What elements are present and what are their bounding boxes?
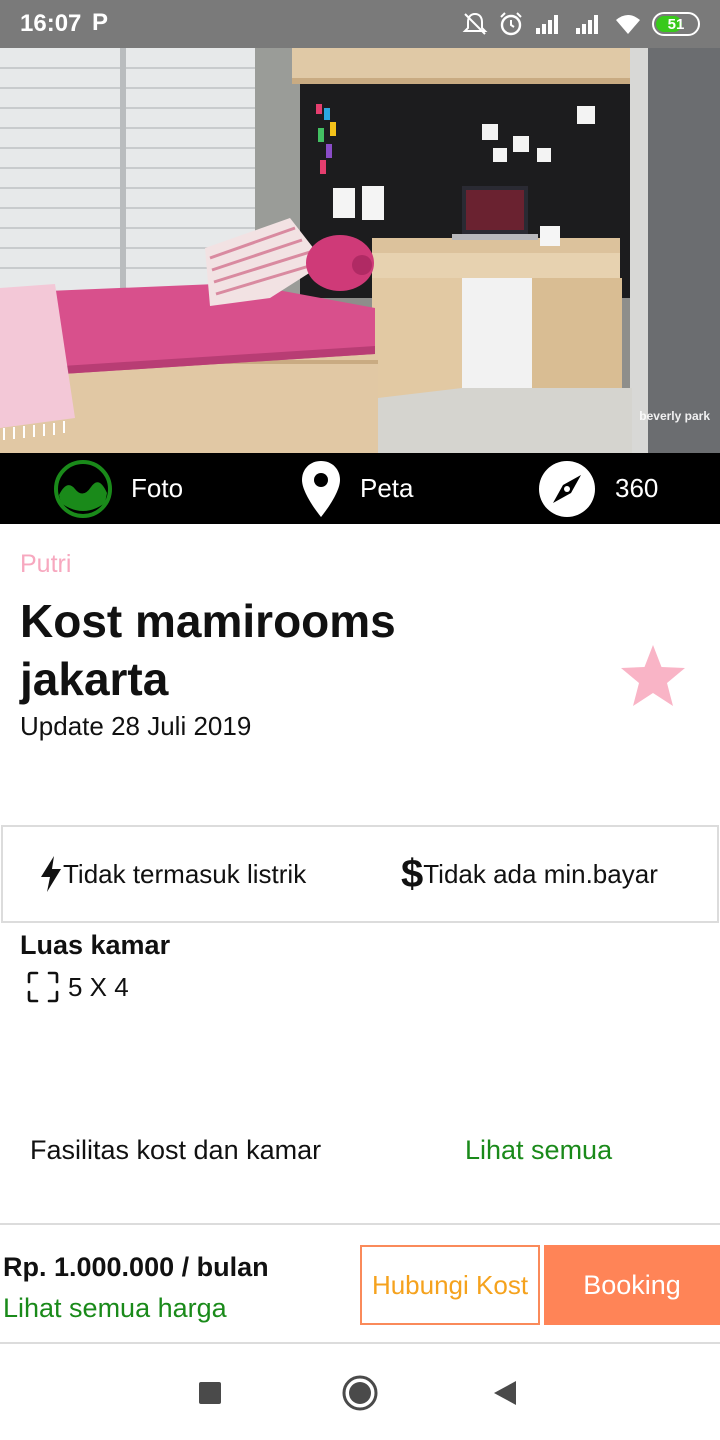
signal-icon <box>536 15 558 34</box>
room-size-label: Luas kamar <box>20 930 171 960</box>
min-payment-label: Tidak ada min.bayar <box>423 858 658 889</box>
wifi-icon <box>616 15 640 34</box>
kost-photo[interactable]: beverly park <box>0 48 720 453</box>
facilities-label: Fasilitas kost dan kamar <box>30 1135 322 1165</box>
status-bar: 16:07 P 51 <box>0 0 720 48</box>
tab-foto[interactable]: Foto <box>53 453 183 524</box>
room-size-value: 5 X 4 <box>68 971 129 1002</box>
home-button[interactable] <box>335 1368 385 1418</box>
battery-level: 51 <box>667 15 685 33</box>
tab-peta-label: Peta <box>360 473 414 503</box>
room-illustration <box>0 48 720 453</box>
media-tab-bar: Foto Peta 360 <box>0 453 720 524</box>
mute-icon <box>462 12 488 35</box>
update-date: Update 28 Juli 2019 <box>20 711 252 741</box>
back-icon <box>494 1381 516 1405</box>
see-all-prices-link[interactable]: Lihat semua harga <box>3 1293 227 1324</box>
recents-button[interactable] <box>185 1368 235 1418</box>
price-bar: Rp. 1.000.000 / bulan Lihat semua harga … <box>0 1223 720 1344</box>
booking-button[interactable]: Booking <box>544 1245 720 1325</box>
status-icons: 51 <box>462 10 700 38</box>
signal-icon <box>576 15 598 34</box>
electricity-label: Tidak termasuk listrik <box>63 858 307 889</box>
map-pin-icon <box>302 460 340 517</box>
room-size: 5 X 4 <box>26 970 129 1004</box>
tab-foto-label: Foto <box>131 473 184 503</box>
battery-icon: 51 <box>652 12 700 36</box>
tab-peta[interactable]: Peta <box>300 453 414 524</box>
alarm-icon <box>500 12 522 36</box>
p-icon: P <box>92 9 109 36</box>
back-button[interactable] <box>480 1368 530 1418</box>
dollar-icon: $ <box>401 852 424 896</box>
see-all-facilities-link[interactable]: Lihat semua <box>465 1135 612 1166</box>
contact-kost-button[interactable]: Hubungi Kost <box>360 1245 540 1325</box>
status-time: 16:07 <box>20 10 82 37</box>
gender-label: Putri <box>20 550 72 578</box>
system-nav-bar <box>0 1346 720 1440</box>
room-dimensions-icon <box>27 971 59 1003</box>
tab-360[interactable]: 360 <box>537 453 658 524</box>
favorite-star-icon[interactable] <box>618 643 688 709</box>
kost-info-box: Tidak termasuk listrik $ Tidak ada min.b… <box>1 825 719 923</box>
photo-icon <box>54 459 112 518</box>
tab-360-label: 360 <box>615 473 659 503</box>
min-payment-info: $ Tidak ada min.bayar <box>401 827 658 921</box>
price: Rp. 1.000.000 / bulan <box>3 1252 269 1282</box>
recents-icon <box>199 1382 221 1404</box>
compass-icon <box>539 460 595 517</box>
electricity-info: Tidak termasuk listrik <box>39 827 306 921</box>
home-icon <box>342 1375 378 1411</box>
lightning-icon <box>41 856 61 892</box>
page-title: Kost mamirooms jakarta <box>20 595 396 705</box>
watermark: beverly park <box>639 409 710 423</box>
